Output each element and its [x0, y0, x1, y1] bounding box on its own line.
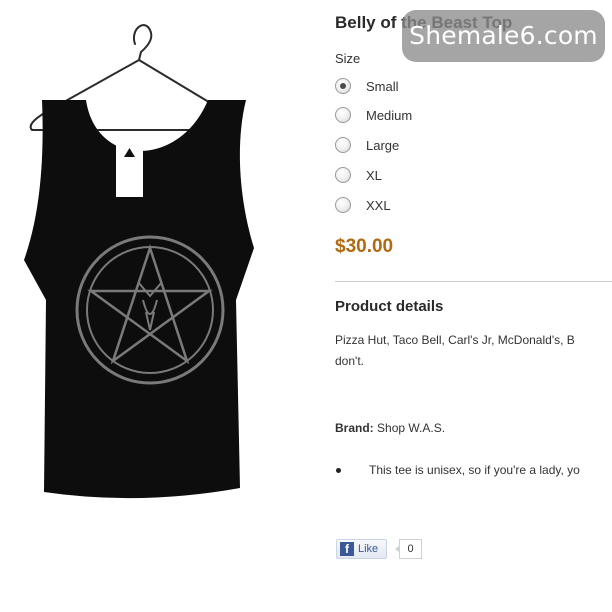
size-option-xl[interactable]: XL	[335, 164, 382, 186]
list-item: This tee is unisex, so if you're a lady,…	[369, 463, 580, 477]
brand-line: Brand: Shop W.A.S.	[335, 421, 445, 435]
radio-xl[interactable]	[335, 167, 351, 183]
product-details-heading: Product details	[335, 298, 444, 315]
like-count: 0	[395, 539, 422, 559]
product-photo	[24, 24, 254, 499]
like-label: Like	[358, 543, 379, 555]
brand-label: Brand:	[335, 421, 374, 435]
size-option-label: Small	[366, 78, 399, 94]
product-price: $30.00	[335, 236, 394, 257]
size-option-medium[interactable]: Medium	[335, 104, 412, 126]
watermark: Shemale6.com	[402, 10, 605, 62]
brand-value: Shop W.A.S.	[377, 421, 446, 435]
facebook-like-button[interactable]: f Like	[336, 539, 387, 559]
size-option-large[interactable]: Large	[335, 134, 399, 156]
description-line: don't.	[335, 354, 364, 368]
radio-large[interactable]	[335, 137, 351, 153]
size-option-xxl[interactable]: XXL	[335, 194, 391, 216]
size-label: Size	[335, 51, 361, 66]
product-description: Pizza Hut, Taco Bell, Carl's Jr, McDonal…	[335, 330, 612, 372]
bullet-icon	[336, 468, 341, 473]
radio-xxl[interactable]	[335, 197, 351, 213]
description-line: Pizza Hut, Taco Bell, Carl's Jr, McDonal…	[335, 333, 575, 347]
size-option-label: XL	[366, 167, 382, 183]
size-option-small[interactable]: Small	[335, 75, 399, 97]
size-option-label: Medium	[366, 107, 413, 123]
section-divider	[335, 281, 612, 282]
radio-medium[interactable]	[335, 107, 351, 123]
size-option-label: Large	[366, 137, 400, 153]
size-option-label: XXL	[366, 197, 391, 213]
radio-small[interactable]	[335, 78, 351, 94]
facebook-icon: f	[340, 542, 354, 556]
